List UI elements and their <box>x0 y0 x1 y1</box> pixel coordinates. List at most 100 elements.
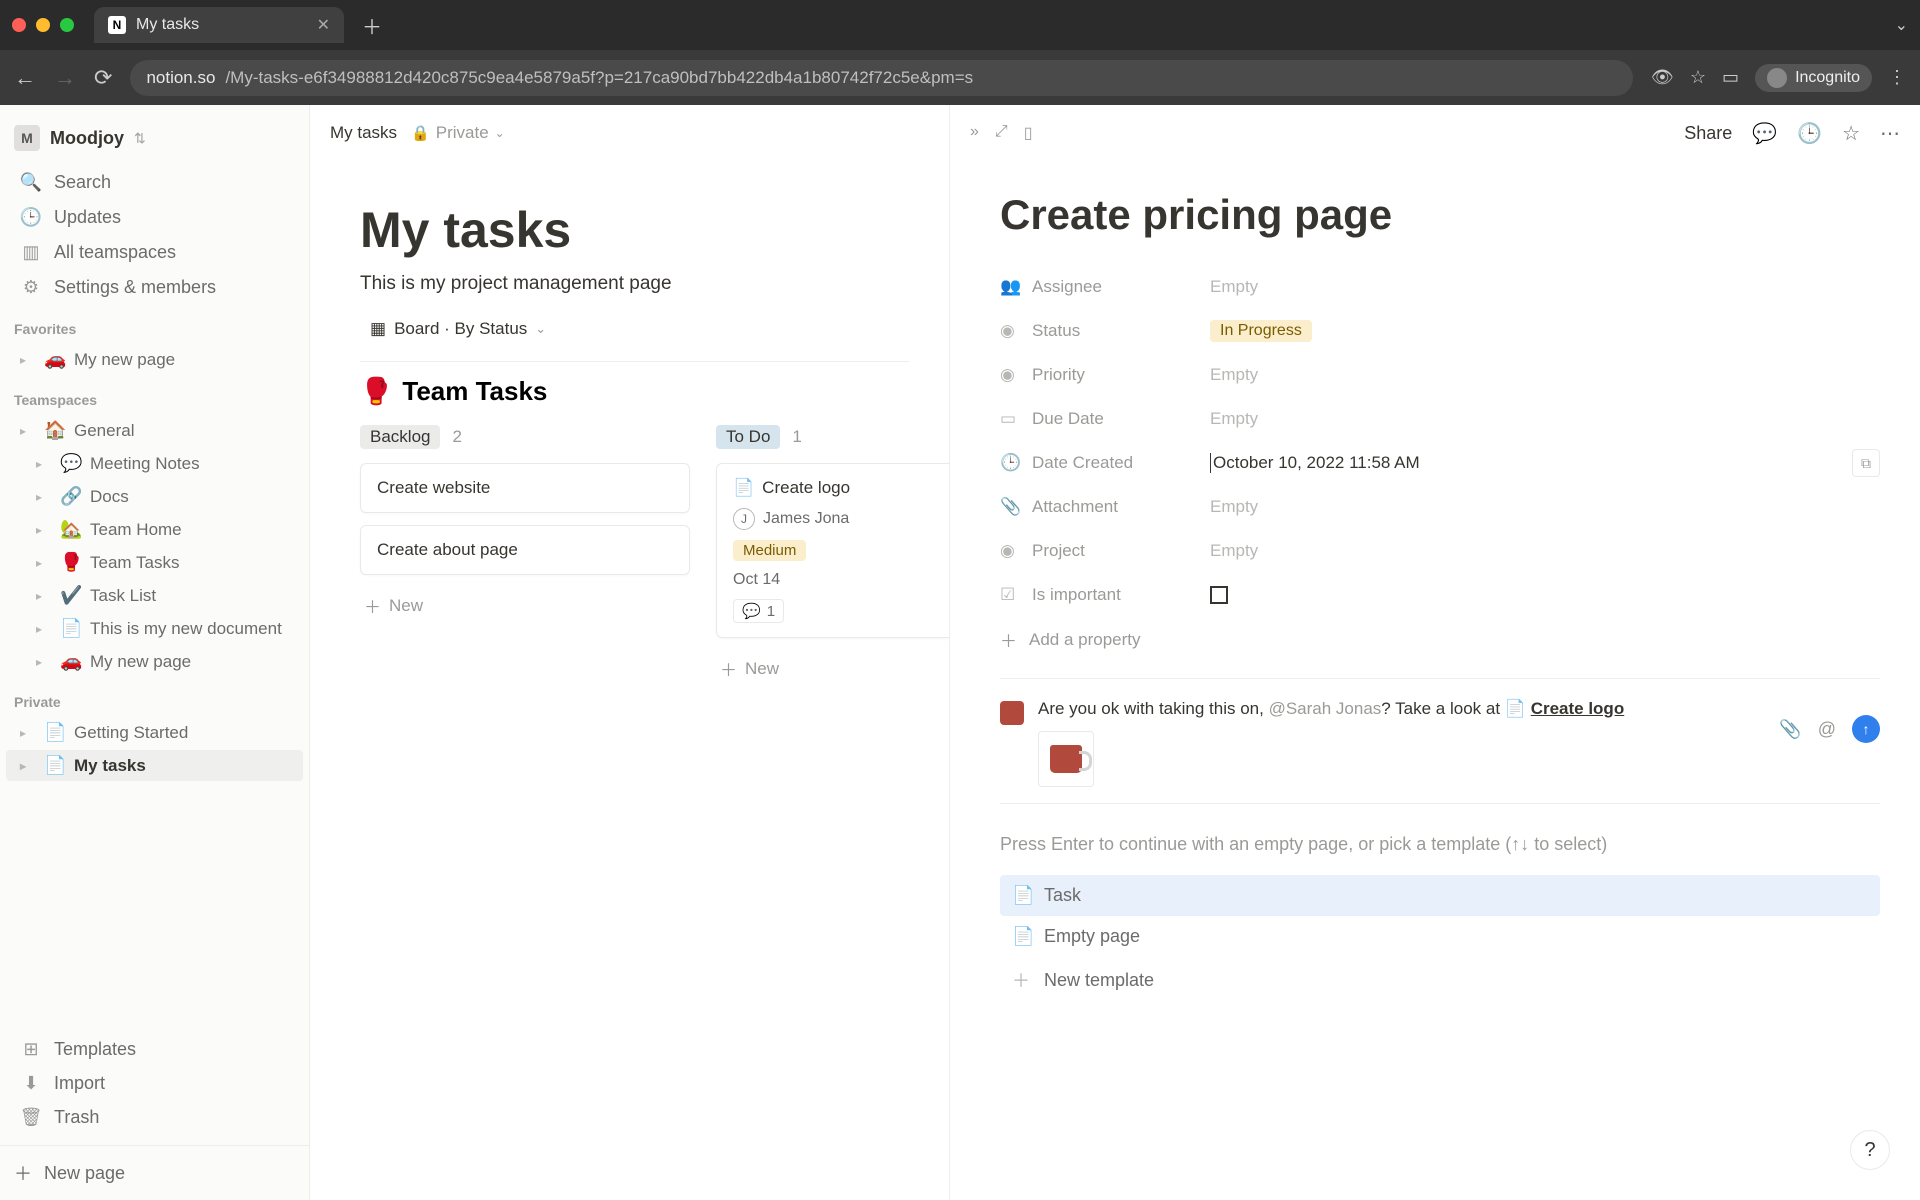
prop-value[interactable]: Empty <box>1210 409 1880 429</box>
teamspace-general[interactable]: ▸🏠General <box>6 415 303 446</box>
sidebar-import[interactable]: ⬇Import <box>6 1067 303 1100</box>
template-empty-page[interactable]: 📄Empty page <box>1000 916 1880 957</box>
detail-title[interactable]: Create pricing page <box>1000 191 1880 239</box>
sidebar-updates[interactable]: 🕒Updates <box>6 201 303 234</box>
prop-project[interactable]: ◉ProjectEmpty <box>1000 529 1880 573</box>
chevron-right-icon[interactable]: ▸ <box>20 726 36 740</box>
column-header[interactable]: Backlog 2 <box>360 425 690 449</box>
chevron-right-icon[interactable]: ▸ <box>36 589 52 603</box>
add-property-button[interactable]: ＋Add a property <box>1000 617 1880 662</box>
chevron-right-icon[interactable]: ▸ <box>36 655 52 669</box>
chevron-right-icon[interactable]: ▸ <box>36 556 52 570</box>
sidebar-my-tasks[interactable]: ▸📄My tasks <box>6 750 303 781</box>
send-button[interactable]: ↑ <box>1852 715 1880 743</box>
page-mention[interactable]: Create logo <box>1531 699 1625 718</box>
workspace-switcher[interactable]: M Moodjoy ⇅ <box>0 119 309 165</box>
template-task[interactable]: 📄Task <box>1000 875 1880 916</box>
incognito-badge[interactable]: Incognito <box>1755 64 1872 92</box>
chevron-right-icon[interactable]: ▸ <box>36 523 52 537</box>
prop-value[interactable] <box>1210 586 1880 604</box>
kebab-menu-icon[interactable]: ⋮ <box>1888 67 1906 88</box>
sidebar-task-list[interactable]: ▸✔️Task List <box>6 580 303 611</box>
copy-button[interactable]: ⧉ <box>1852 449 1880 477</box>
attach-file-icon[interactable]: 📎 <box>1779 719 1801 740</box>
favorite-icon[interactable]: ☆ <box>1842 121 1860 146</box>
board-card[interactable]: 📄Create logo JJames Jona Medium Oct 14 💬… <box>716 463 949 638</box>
updates-icon[interactable]: 🕒 <box>1797 121 1822 146</box>
comments-icon[interactable]: 💬 <box>1752 121 1777 146</box>
sidebar-my-new-page[interactable]: ▸🚗My new page <box>6 646 303 677</box>
attachment-thumbnail[interactable] <box>1038 731 1094 787</box>
share-button[interactable]: Share <box>1684 123 1732 144</box>
tab-overflow-icon[interactable]: ⌄ <box>1895 15 1908 35</box>
database-title[interactable]: 🥊 Team Tasks <box>360 376 909 407</box>
chevron-right-icon[interactable]: ▸ <box>36 490 52 504</box>
column-header[interactable]: To Do 1 <box>716 425 949 449</box>
sidebar-search[interactable]: 🔍Search <box>6 166 303 199</box>
page-description[interactable]: This is my project management page <box>360 273 909 295</box>
prop-value[interactable]: October 10, 2022 11:58 AM⧉ <box>1210 453 1880 473</box>
window-close[interactable] <box>12 18 26 32</box>
nav-forward-icon[interactable]: → <box>54 65 76 91</box>
nav-reload-icon[interactable]: ⟳ <box>94 65 112 91</box>
sidebar-docs[interactable]: ▸🔗Docs <box>6 481 303 512</box>
chevron-right-icon[interactable]: ▸ <box>20 353 36 367</box>
prop-value[interactable]: In Progress <box>1210 320 1880 342</box>
sidebar-getting-started[interactable]: ▸📄Getting Started <box>6 717 303 748</box>
comment-body[interactable]: Are you ok with taking this on, @Sarah J… <box>1038 699 1880 787</box>
breadcrumb-page[interactable]: My tasks <box>330 123 397 143</box>
sidebar-new-document[interactable]: ▸📄This is my new document <box>6 613 303 644</box>
sidebar-trash[interactable]: 🗑Trash <box>6 1101 303 1134</box>
browser-tab[interactable]: N My tasks ✕ <box>94 7 344 43</box>
column-new-button[interactable]: ＋New <box>360 587 690 624</box>
prop-value[interactable]: Empty <box>1210 365 1880 385</box>
mention-icon[interactable]: @ <box>1818 719 1836 740</box>
eye-off-icon[interactable]: 👁 <box>1651 67 1674 88</box>
prop-date-created[interactable]: 🕒Date CreatedOctober 10, 2022 11:58 AM⧉ <box>1000 441 1880 485</box>
comment-composer[interactable]: Are you ok with taking this on, @Sarah J… <box>1000 699 1880 787</box>
expand-icon[interactable]: » <box>970 123 979 143</box>
more-icon[interactable]: ⋯ <box>1880 121 1900 146</box>
template-new[interactable]: ＋New template <box>1000 957 1880 1003</box>
favorite-item[interactable]: ▸🚗My new page <box>6 344 303 375</box>
board-card[interactable]: Create website <box>360 463 690 513</box>
sidebar-meeting-notes[interactable]: ▸💬Meeting Notes <box>6 448 303 479</box>
sidebar-teamspaces[interactable]: ▥All teamspaces <box>6 236 303 269</box>
chevron-right-icon[interactable]: ▸ <box>36 622 52 636</box>
sidebar-templates[interactable]: ⊞Templates <box>6 1033 303 1066</box>
peek-mode-icon[interactable]: ▯ <box>1024 123 1033 143</box>
window-minimize[interactable] <box>36 18 50 32</box>
new-tab-button[interactable]: ＋ <box>354 7 390 44</box>
help-button[interactable]: ? <box>1850 1130 1890 1170</box>
page-title[interactable]: My tasks <box>360 201 909 259</box>
sidebar-settings[interactable]: ⚙Settings & members <box>6 271 303 304</box>
sidebar-team-home[interactable]: ▸🏡Team Home <box>6 514 303 545</box>
panel-icon[interactable]: ▭ <box>1722 67 1739 88</box>
new-page-button[interactable]: ＋ New page <box>0 1145 309 1200</box>
board-card[interactable]: Create about page <box>360 525 690 575</box>
prop-due-date[interactable]: ▭Due DateEmpty <box>1000 397 1880 441</box>
chevron-right-icon[interactable]: ▸ <box>36 457 52 471</box>
tab-close-icon[interactable]: ✕ <box>317 15 330 35</box>
prop-value[interactable]: Empty <box>1210 497 1880 517</box>
url-input[interactable]: notion.so/My-tasks-e6f34988812d420c875c9… <box>130 60 1633 96</box>
prop-attachment[interactable]: 📎AttachmentEmpty <box>1000 485 1880 529</box>
prop-status[interactable]: ◉StatusIn Progress <box>1000 309 1880 353</box>
chevron-right-icon[interactable]: ▸ <box>20 424 36 438</box>
window-zoom[interactable] <box>60 18 74 32</box>
prop-priority[interactable]: ◉PriorityEmpty <box>1000 353 1880 397</box>
prop-is-important[interactable]: ☑Is important <box>1000 573 1880 617</box>
visibility-chip[interactable]: 🔒 Private ⌄ <box>411 123 505 143</box>
sidebar-team-tasks[interactable]: ▸🥊Team Tasks <box>6 547 303 578</box>
bookmark-star-icon[interactable]: ☆ <box>1690 67 1706 88</box>
prop-value[interactable]: Empty <box>1210 277 1880 297</box>
user-mention[interactable]: @Sarah Jonas <box>1269 699 1382 718</box>
checkbox-input[interactable] <box>1210 586 1228 604</box>
chevron-right-icon[interactable]: ▸ <box>20 759 36 773</box>
nav-back-icon[interactable]: ← <box>14 65 36 91</box>
prop-assignee[interactable]: 👥AssigneeEmpty <box>1000 265 1880 309</box>
prop-value[interactable]: Empty <box>1210 541 1880 561</box>
view-switcher[interactable]: ▦ Board · By Status ⌄ <box>360 313 556 345</box>
open-fullpage-icon[interactable]: ⤢ <box>995 123 1008 143</box>
column-new-button[interactable]: ＋New <box>716 650 949 687</box>
